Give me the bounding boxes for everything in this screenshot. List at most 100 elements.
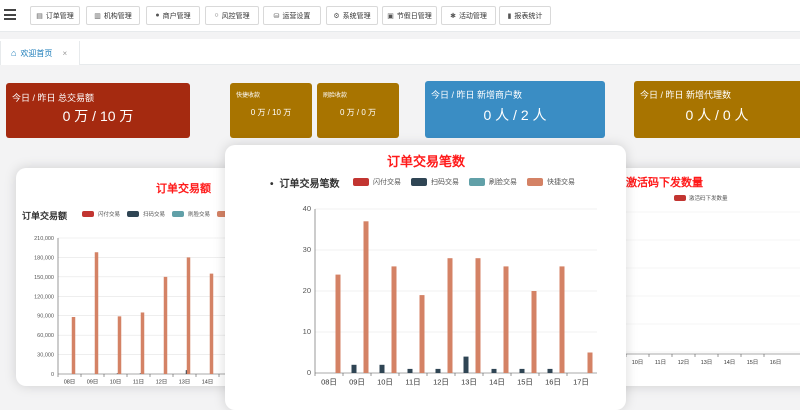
x-tick-label: 09日	[349, 378, 365, 387]
bar-扫码交易	[379, 364, 385, 373]
nav-button-8[interactable]: ▮ 报表统计	[499, 6, 551, 25]
order-amount-chart: 0 30,000 60,000 90,000 120,000 150,000 180,000…	[34, 236, 240, 386]
card-merchants-value: 0 人 / 2 人	[483, 107, 547, 123]
x-tick-label: 09日	[87, 379, 99, 386]
card-face-pay: 刷脸收款 0 万 / 0 万	[317, 83, 399, 138]
order-count-chart: 0 10 20 30 40 08日 09日 10日 11日 12日 13日 14日 15日 16日 17日	[303, 204, 597, 387]
nav-button-label: 机构管理	[103, 12, 132, 20]
gear-icon: ⚙	[333, 12, 340, 20]
card-total-amount: 今日 / 昨日 总交易额 0 万 / 10 万	[6, 83, 190, 138]
tab-home[interactable]: ⌂ 欢迎首页 ×	[0, 41, 80, 65]
nav-button-label: 报表统计	[514, 12, 543, 20]
bar-扫码交易	[491, 368, 497, 373]
x-tick-label: 12日	[156, 379, 168, 386]
bar-快捷交易	[531, 291, 537, 373]
x-tick-label: 16日	[545, 378, 561, 387]
y-tick-label: 0	[307, 368, 311, 377]
calendar-icon: ▣	[387, 12, 394, 20]
x-tick-label: 11日	[133, 379, 144, 386]
nav-button-1[interactable]: ▥ 机构管理	[86, 6, 140, 25]
x-tick-label: 13日	[461, 378, 477, 387]
bar-快捷交易	[475, 258, 481, 373]
x-tick-label: 16日	[770, 359, 782, 366]
order-icon: ▤	[36, 12, 43, 20]
card-quick-label: 快捷收款	[236, 93, 261, 99]
bar-快捷交易	[419, 295, 425, 373]
top-navbar: ▤ 订单管理 ▥ 机构管理 ● 商户管理 ○ 风控管理 ⛁ 运营设置 ⚙ 系统管理 ▣ 节假日管理 ✱ 活动管…	[0, 0, 800, 32]
activation-code-chart: 10日 11日 12日 13日 14日 15日 16日	[625, 211, 800, 366]
bar-快捷交易	[503, 266, 509, 373]
panel-order-amount: 订单交易额 订单交易额 闪付交易 扫码交易 刷脸交易 0 30,000 60,000…	[16, 168, 240, 386]
x-tick-label: 11日	[655, 359, 666, 366]
x-tick-label: 08日	[64, 379, 76, 386]
y-tick-label: 0	[51, 372, 54, 378]
tab-home-label: 欢迎首页	[20, 48, 53, 58]
home-icon: ⌂	[11, 48, 17, 58]
risk-icon: ○	[214, 12, 219, 19]
x-tick-label: 10日	[632, 359, 644, 366]
bar-扫码交易	[519, 368, 525, 373]
bar-扫码交易	[435, 368, 441, 373]
panel-order-count: 订单交易笔数 • 订单交易笔数 闪付交易 扫码交易 刷脸交易 快捷交易 0 10 20…	[225, 145, 626, 410]
nav-button-label: 节假日管理	[396, 12, 432, 20]
barchart-icon: ▮	[507, 12, 512, 20]
x-tick-label: 10日	[110, 379, 122, 386]
close-icon[interactable]: ×	[62, 49, 67, 58]
nav-button-label: 活动管理	[458, 12, 487, 20]
nav-button-0[interactable]: ▤ 订单管理	[30, 6, 80, 25]
y-tick-label: 180,000	[34, 255, 54, 261]
x-tick-label: 14日	[724, 359, 736, 366]
card-total-label: 今日 / 昨日 总交易额	[12, 93, 95, 103]
nav-button-label: 系统管理	[342, 12, 371, 20]
card-quick-value: 0 万 / 10 万	[250, 108, 292, 117]
menu-toggle-icon[interactable]	[4, 9, 16, 20]
x-tick-label: 08日	[321, 378, 337, 387]
y-tick-label: 210,000	[34, 236, 54, 242]
y-tick-label: 30	[303, 245, 311, 254]
nav-button-7[interactable]: ✱ 活动管理	[441, 6, 496, 25]
card-merchants-label: 今日 / 昨日 新增商户数	[431, 90, 523, 100]
y-tick-label: 150,000	[34, 275, 54, 281]
bar-快捷交易	[447, 258, 453, 373]
bar-快捷交易	[140, 312, 145, 374]
nav-button-label: 订单管理	[45, 12, 74, 20]
tab-bar: ⌂ 欢迎首页 ×	[0, 39, 800, 65]
bar-扫码交易	[547, 368, 553, 373]
card-total-value: 0 万 / 10 万	[62, 108, 134, 124]
card-quick-pay: 快捷收款 0 万 / 10 万	[230, 83, 312, 138]
card-agents-label: 今日 / 昨日 新增代理数	[640, 90, 732, 100]
x-tick-label: 17日	[573, 378, 589, 387]
x-tick-label: 14日	[489, 378, 505, 387]
nav-button-label: 商户管理	[162, 12, 191, 20]
card-new-agents: 今日 / 昨日 新增代理数 0 人 / 0 人	[634, 81, 800, 138]
bar-快捷交易	[587, 352, 593, 373]
panel-activation-codes: 激活码下发数量 激活码下发数量 10日 11日 12日 13日 14日 15日 16日	[596, 168, 800, 386]
star-icon: ✱	[450, 12, 456, 20]
x-tick-label: 13日	[179, 379, 191, 386]
x-tick-label: 15日	[517, 378, 533, 387]
bar-扫码交易	[351, 364, 357, 373]
bar-快捷交易	[71, 317, 76, 374]
y-tick-label: 60,000	[37, 333, 54, 339]
x-tick-label: 15日	[747, 359, 759, 366]
nav-button-5[interactable]: ⚙ 系统管理	[326, 6, 378, 25]
nav-button-4[interactable]: ⛁ 运营设置	[263, 6, 321, 25]
card-agents-value: 0 人 / 0 人	[685, 107, 749, 123]
nav-button-label: 运营设置	[282, 12, 311, 20]
nav-button-2[interactable]: ● 商户管理	[146, 6, 200, 25]
bar-快捷交易	[117, 316, 122, 374]
bar-快捷交易	[559, 266, 565, 373]
bank-icon: ▥	[94, 12, 101, 20]
card-face-value: 0 万 / 0 万	[339, 108, 376, 117]
bar-扫码交易	[407, 368, 413, 373]
user-icon: ●	[155, 12, 160, 19]
bar-快捷交易	[186, 257, 191, 374]
bar-快捷交易	[391, 266, 397, 373]
x-tick-label: 12日	[433, 378, 449, 387]
bar-快捷交易	[335, 274, 341, 373]
nav-button-6[interactable]: ▣ 节假日管理	[382, 6, 437, 25]
x-tick-label: 10日	[377, 378, 393, 387]
x-tick-label: 13日	[701, 359, 713, 366]
y-tick-label: 90,000	[37, 314, 54, 320]
nav-button-3[interactable]: ○ 风控管理	[205, 6, 259, 25]
